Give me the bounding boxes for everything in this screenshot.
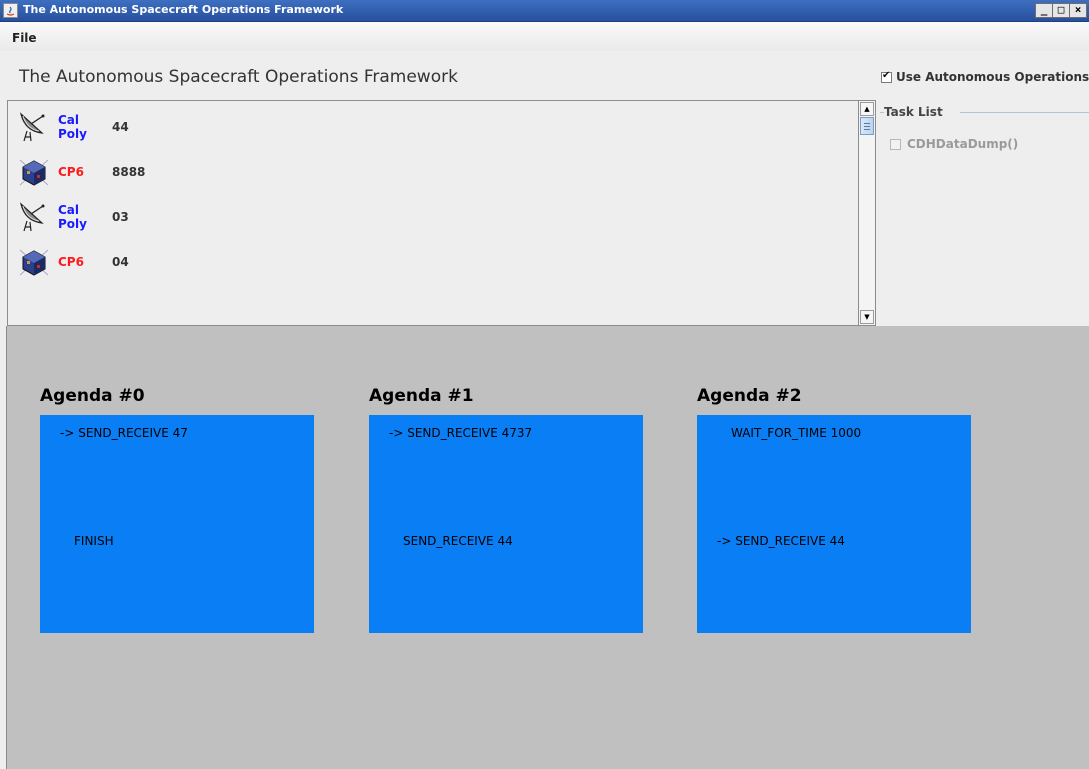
- maximize-button[interactable]: □: [1052, 3, 1069, 18]
- scrollbar-thumb[interactable]: [860, 117, 874, 135]
- agenda-title: Agenda #2: [697, 386, 802, 406]
- page-title: The Autonomous Spacecraft Operations Fra…: [19, 67, 458, 87]
- agenda-box[interactable]: WAIT_FOR_TIME 1000 -> SEND_RECEIVE 44: [697, 415, 971, 633]
- close-button[interactable]: ×: [1069, 3, 1087, 18]
- contact-name: Cal Poly: [58, 203, 87, 231]
- ground-station-icon: [18, 199, 58, 235]
- menu-file[interactable]: File: [12, 31, 37, 45]
- contact-name: Cal Poly: [58, 113, 87, 141]
- menu-bar: File: [0, 22, 1089, 51]
- satellite-icon: [18, 244, 58, 280]
- list-item[interactable]: CP6 8888: [18, 154, 838, 190]
- contact-name: CP6: [58, 255, 84, 269]
- task-list-panel: Task List CDHDataDump(): [878, 100, 1089, 326]
- agenda-item: -> SEND_RECEIVE 47: [60, 426, 188, 440]
- satellite-icon: [18, 154, 58, 190]
- scroll-up-arrow-icon[interactable]: ▲: [860, 102, 874, 116]
- checkbox-checked-icon[interactable]: [881, 70, 892, 83]
- contact-value: 04: [112, 255, 129, 269]
- agenda-area: Agenda #0 -> SEND_RECEIVE 47 FINISH Agen…: [6, 326, 1089, 769]
- task-item-label: CDHDataDump(): [907, 137, 1019, 151]
- contact-value: 03: [112, 210, 129, 224]
- task-item-cdhdatadump[interactable]: CDHDataDump(): [890, 137, 1018, 151]
- list-item[interactable]: CP6 04: [18, 244, 838, 280]
- contact-name: CP6: [58, 165, 84, 179]
- ground-station-icon: [18, 109, 58, 145]
- agenda-title: Agenda #1: [369, 386, 474, 406]
- minimize-button[interactable]: _: [1035, 3, 1052, 18]
- window-title: The Autonomous Spacecraft Operations Fra…: [23, 3, 344, 16]
- agenda-box[interactable]: -> SEND_RECEIVE 4737 SEND_RECEIVE 44: [369, 415, 643, 633]
- agenda-item: -> SEND_RECEIVE 44: [717, 534, 845, 548]
- contact-list-scrollbar[interactable]: ▲ ▼: [858, 100, 876, 326]
- contact-value: 44: [112, 120, 129, 134]
- scroll-down-arrow-icon[interactable]: ▼: [860, 310, 874, 324]
- task-list-title: Task List: [884, 105, 943, 119]
- agenda-item: FINISH: [74, 534, 114, 548]
- use-autonomous-operations-label: Use Autonomous Operations: [896, 70, 1089, 84]
- contact-list: Cal Poly 44 CP6 8888 Cal Poly 03 CP6 04: [7, 100, 876, 326]
- task-list-border: [960, 112, 1089, 113]
- list-item[interactable]: Cal Poly 44: [18, 109, 838, 145]
- list-item[interactable]: Cal Poly 03: [18, 199, 838, 235]
- agenda-box[interactable]: -> SEND_RECEIVE 47 FINISH: [40, 415, 314, 633]
- checkbox-unchecked-icon[interactable]: [890, 138, 901, 150]
- window-title-bar[interactable]: The Autonomous Spacecraft Operations Fra…: [0, 0, 1089, 22]
- agenda-title: Agenda #0: [40, 386, 145, 406]
- agenda-item: -> SEND_RECEIVE 4737: [389, 426, 533, 440]
- agenda-item: WAIT_FOR_TIME 1000: [731, 426, 862, 440]
- contact-value: 8888: [112, 165, 146, 179]
- java-app-icon: [3, 3, 18, 18]
- use-autonomous-operations-checkbox[interactable]: Use Autonomous Operations: [881, 70, 1089, 84]
- agenda-item: SEND_RECEIVE 44: [403, 534, 513, 548]
